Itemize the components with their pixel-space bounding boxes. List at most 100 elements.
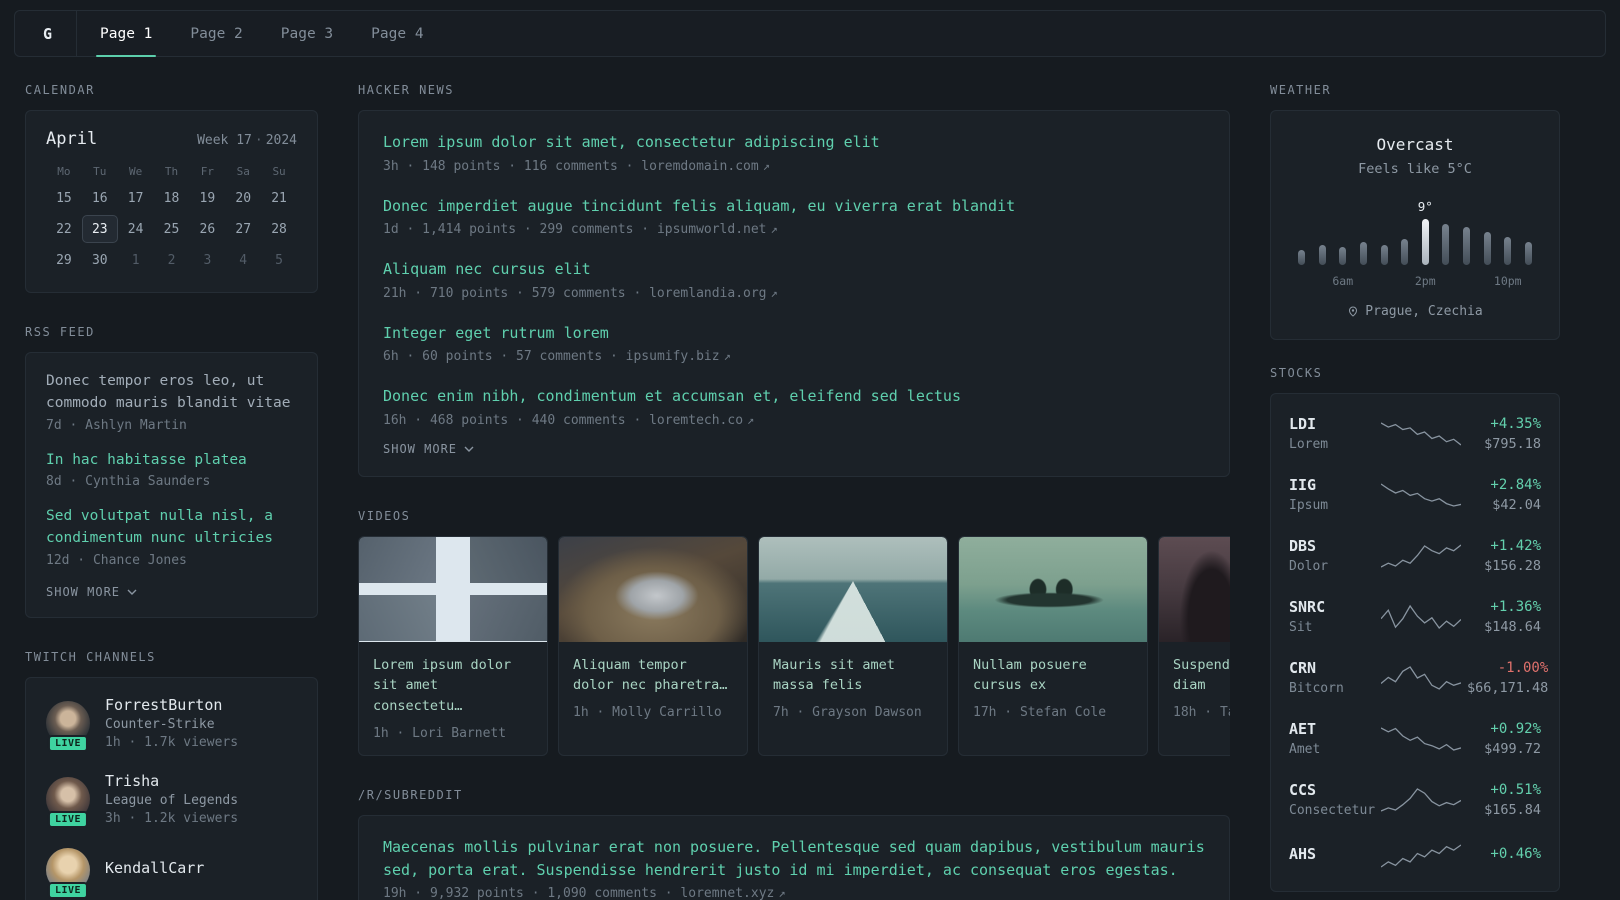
rss-item-meta: 8d · Cynthia Saunders: [46, 474, 211, 490]
tab-page-3[interactable]: Page 3: [262, 11, 352, 56]
story-title[interactable]: Lorem ipsum dolor sit amet, consectetur …: [383, 131, 1205, 154]
story-title[interactable]: Donec imperdiet augue tincidunt felis al…: [383, 195, 1205, 218]
twitch-channel-row[interactable]: LIVE ForrestBurton Counter-Strike 1h · 1…: [46, 696, 297, 752]
stock-change: +4.35%: [1490, 415, 1541, 432]
calendar-day: 26: [199, 221, 216, 237]
stock-symbol[interactable]: DBS: [1289, 537, 1375, 555]
stock-name: Consectetur: [1289, 803, 1375, 818]
video-thumbnail[interactable]: [359, 536, 547, 642]
story-domain-link[interactable]: ipsumworld.net: [657, 222, 767, 237]
video-title[interactable]: Nullam posuere cursus ex: [973, 655, 1133, 697]
calendar-day: 25: [163, 221, 180, 237]
video-title[interactable]: Lorem ipsum dolor sit amet consectetu…: [373, 655, 533, 718]
hackernews-show-more-button[interactable]: SHOW MORE: [383, 442, 1205, 456]
stock-symbol[interactable]: CCS: [1289, 781, 1375, 799]
channel-name[interactable]: KendallCarr: [105, 859, 204, 877]
video-card[interactable]: Suspendisse diam 18h · Tara: [1158, 535, 1230, 757]
calendar-month: April: [46, 129, 98, 149]
day-header: We: [129, 165, 143, 178]
stock-row[interactable]: AET Amet +0.92% $499.72: [1289, 708, 1541, 769]
stock-sparkline: [1381, 543, 1461, 568]
story-title[interactable]: Aliquam nec cursus elit: [383, 258, 1205, 281]
stock-name: Lorem: [1289, 437, 1329, 452]
story-domain-link[interactable]: loremtech.co: [649, 413, 743, 428]
channel-game[interactable]: Counter-Strike: [105, 717, 238, 732]
video-thumbnail[interactable]: [559, 536, 747, 642]
weather-condition: Overcast: [1376, 135, 1454, 154]
video-card[interactable]: Mauris sit amet massa felis 7h · Grayson…: [758, 535, 948, 757]
video-card[interactable]: Lorem ipsum dolor sit amet consectetu… 1…: [358, 535, 548, 757]
video-thumbnail[interactable]: [959, 536, 1147, 642]
post-stats: 19h · 9,932 points · 1,090 comments ·: [383, 886, 673, 900]
rss-item-title[interactable]: Sed volutpat nulla nisl, a condimentum n…: [46, 506, 297, 550]
story-title[interactable]: Donec enim nibh, condimentum et accumsan…: [383, 385, 1205, 408]
stock-row[interactable]: AHS +0.46%: [1289, 830, 1541, 882]
stock-symbol[interactable]: SNRC: [1289, 598, 1375, 616]
stock-row[interactable]: IIG Ipsum +2.84% $42.04: [1289, 464, 1541, 525]
stock-symbol[interactable]: LDI: [1289, 415, 1375, 433]
video-title[interactable]: Mauris sit amet massa felis: [773, 655, 933, 697]
channel-name[interactable]: ForrestBurton: [105, 696, 238, 714]
calendar-day: 21: [271, 190, 287, 206]
tab-page-2[interactable]: Page 2: [171, 11, 261, 56]
video-thumbnail[interactable]: [759, 536, 947, 642]
stock-name: Dolor: [1289, 559, 1329, 574]
stock-row[interactable]: CCS Consectetur +0.51% $165.84: [1289, 769, 1541, 830]
external-link-icon: ↗: [747, 412, 755, 427]
weather-bar: [1483, 232, 1491, 265]
external-link-icon: ↗: [770, 222, 778, 236]
stock-name: Ipsum: [1289, 498, 1329, 513]
calendar-widget: CALENDAR April Week 17 · 2024 Mo Tu We Th …: [25, 83, 318, 293]
stock-row[interactable]: CRN Bitcorn -1.00% $66,171.48: [1289, 647, 1548, 708]
day-header: Su: [272, 165, 286, 178]
stock-row[interactable]: SNRC Sit +1.36% $148.64: [1289, 586, 1541, 647]
twitch-channel-row[interactable]: LIVE KendallCarr: [46, 847, 297, 899]
app-logo: G: [19, 11, 77, 56]
weather-location-label: Prague, Czechia: [1365, 304, 1483, 319]
story-meta: 1d · 1,414 points · 299 comments · ipsum…: [383, 222, 1205, 237]
story: Donec imperdiet augue tincidunt felis al…: [383, 195, 1205, 238]
channel-game[interactable]: League of Legends: [105, 793, 238, 808]
post-meta: 19h · 9,932 points · 1,090 comments · lo…: [383, 886, 1205, 900]
post-title[interactable]: Maecenas mollis pulvinar erat non posuer…: [383, 836, 1205, 881]
calendar-grid-days: 15 16 17 18 19 20 21 22 23 24 25 26 27 28 29 30 1 2 3 4 5: [46, 184, 297, 274]
rss-show-more-button[interactable]: SHOW MORE: [46, 585, 297, 599]
video-thumbnail[interactable]: [1159, 536, 1230, 642]
video-card[interactable]: Nullam posuere cursus ex 17h · Stefan Co…: [958, 535, 1148, 757]
story-domain-link[interactable]: ipsumify.biz: [626, 349, 720, 364]
live-badge: LIVE: [47, 881, 89, 899]
rss-item-title[interactable]: Donec tempor eros leo, ut commodo mauris…: [46, 371, 297, 415]
tab-page-1[interactable]: Page 1: [81, 11, 171, 57]
rss-item-title[interactable]: In hac habitasse platea: [46, 450, 297, 472]
calendar-week-label: Week 17: [197, 133, 252, 148]
stock-row[interactable]: DBS Dolor +1.42% $156.28: [1289, 525, 1541, 586]
weather-bar-column: [1396, 239, 1413, 288]
channel-name[interactable]: Trisha: [105, 772, 238, 790]
video-meta: 1h · Lori Barnett: [373, 726, 507, 742]
video-title[interactable]: Suspendisse diam: [1173, 655, 1230, 697]
channel-viewers: 3h · 1.2k viewers: [105, 810, 239, 826]
story-domain-link[interactable]: loremdomain.com: [641, 159, 758, 174]
stock-row[interactable]: LDI Lorem +4.35% $795.18: [1289, 403, 1541, 464]
calendar-card: April Week 17 · 2024 Mo Tu We Th Fr Sa Su …: [25, 110, 318, 293]
twitch-channel-row[interactable]: LIVE Trisha League of Legends 3h · 1.2k …: [46, 772, 297, 828]
post-domain-link[interactable]: loremnet.xyz: [680, 886, 774, 900]
channel-viewers: 1h · 1.7k viewers: [105, 734, 239, 750]
rss-item: Sed volutpat nulla nisl, a condimentum n…: [46, 506, 297, 568]
stock-symbol[interactable]: CRN: [1289, 659, 1375, 677]
rss-item-meta: 7d · Ashlyn Martin: [46, 417, 187, 433]
stock-price: $148.64: [1484, 618, 1541, 635]
stock-symbol[interactable]: AET: [1289, 720, 1375, 738]
weather-bar: [1359, 242, 1367, 265]
tab-page-4[interactable]: Page 4: [352, 11, 442, 56]
stock-symbol[interactable]: AHS: [1289, 845, 1375, 863]
story-title[interactable]: Integer eget rutrum lorem: [383, 322, 1205, 345]
channel-avatar[interactable]: LIVE: [46, 776, 90, 828]
video-card[interactable]: Aliquam tempor dolor nec pharetra… 1h · …: [558, 535, 748, 757]
stock-price: $165.84: [1484, 801, 1541, 818]
story-domain-link[interactable]: loremlandia.org: [649, 286, 766, 301]
channel-avatar[interactable]: LIVE: [46, 847, 90, 899]
stock-symbol[interactable]: IIG: [1289, 476, 1375, 494]
video-title[interactable]: Aliquam tempor dolor nec pharetra…: [573, 655, 733, 697]
channel-avatar[interactable]: LIVE: [46, 700, 90, 752]
